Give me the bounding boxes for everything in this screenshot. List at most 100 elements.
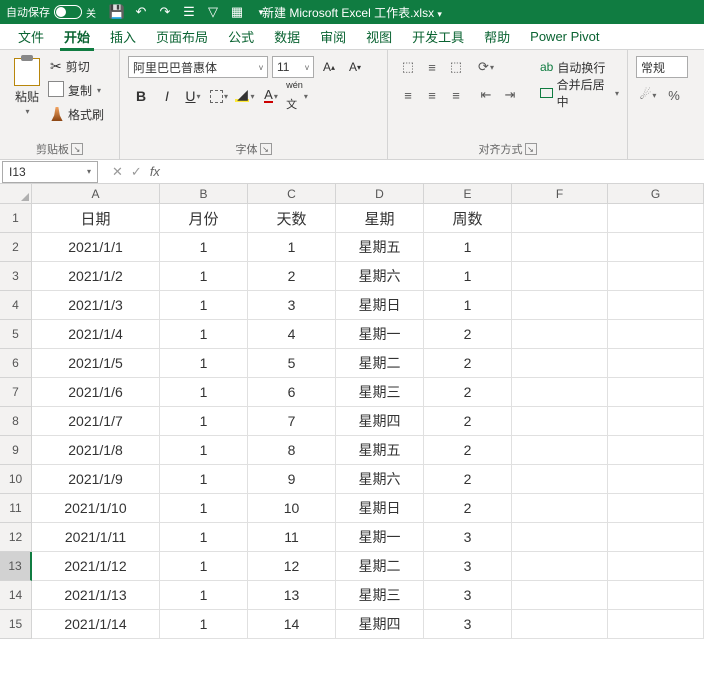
font-color-button[interactable]: A▾ bbox=[258, 84, 284, 108]
tab-帮助[interactable]: 帮助 bbox=[474, 23, 520, 50]
autosave-toggle[interactable]: 自动保存 关 bbox=[6, 4, 96, 20]
cell[interactable]: 星期六 bbox=[336, 262, 424, 291]
cell[interactable]: 1 bbox=[424, 233, 512, 262]
cell[interactable]: 2 bbox=[424, 465, 512, 494]
cell[interactable] bbox=[512, 291, 608, 320]
cell[interactable]: 2021/1/13 bbox=[32, 581, 160, 610]
row-header[interactable]: 14 bbox=[0, 581, 32, 610]
cell[interactable]: 3 bbox=[424, 523, 512, 552]
confirm-icon[interactable]: ✓ bbox=[131, 164, 142, 180]
cell[interactable]: 星期日 bbox=[336, 494, 424, 523]
cell[interactable]: 月份 bbox=[160, 204, 248, 233]
row-header[interactable]: 8 bbox=[0, 407, 32, 436]
cell[interactable]: 9 bbox=[248, 465, 336, 494]
cell[interactable]: 1 bbox=[424, 262, 512, 291]
column-header[interactable]: B bbox=[160, 184, 248, 204]
touch-mode-icon[interactable]: ☰ bbox=[182, 5, 196, 19]
dialog-launcher-icon[interactable]: ↘ bbox=[260, 143, 272, 155]
dialog-launcher-icon[interactable]: ↘ bbox=[525, 143, 537, 155]
cell[interactable] bbox=[512, 465, 608, 494]
select-all-triangle[interactable] bbox=[0, 184, 32, 204]
cell[interactable]: 星期二 bbox=[336, 349, 424, 378]
cell[interactable]: 2 bbox=[424, 320, 512, 349]
cell[interactable]: 1 bbox=[160, 581, 248, 610]
save-icon[interactable]: 💾 bbox=[110, 5, 124, 19]
cell[interactable]: 14 bbox=[248, 610, 336, 639]
cell[interactable]: 13 bbox=[248, 581, 336, 610]
increase-indent-icon[interactable]: ⇥ bbox=[498, 84, 522, 106]
cell[interactable]: 日期 bbox=[32, 204, 160, 233]
cell[interactable]: 星期二 bbox=[336, 552, 424, 581]
cell[interactable] bbox=[512, 494, 608, 523]
cell[interactable] bbox=[512, 436, 608, 465]
cell[interactable]: 12 bbox=[248, 552, 336, 581]
align-left-icon[interactable]: ≡ bbox=[396, 84, 420, 106]
cell[interactable] bbox=[608, 523, 704, 552]
row-header[interactable]: 2 bbox=[0, 233, 32, 262]
percent-icon[interactable]: % bbox=[662, 84, 686, 106]
cell[interactable]: 2021/1/5 bbox=[32, 349, 160, 378]
wrap-text-button[interactable]: ab自动换行 bbox=[540, 56, 619, 78]
cell[interactable]: 2021/1/14 bbox=[32, 610, 160, 639]
orientation-icon[interactable]: ⟳▾ bbox=[474, 56, 498, 78]
decrease-indent-icon[interactable]: ⇤ bbox=[474, 84, 498, 106]
increase-font-icon[interactable]: A▴ bbox=[318, 56, 340, 78]
cell[interactable] bbox=[608, 465, 704, 494]
column-header[interactable]: F bbox=[512, 184, 608, 204]
row-header[interactable]: 6 bbox=[0, 349, 32, 378]
tab-数据[interactable]: 数据 bbox=[264, 23, 310, 50]
paste-button[interactable]: 粘贴 ▾ bbox=[8, 54, 46, 136]
cell[interactable] bbox=[512, 262, 608, 291]
cell[interactable] bbox=[608, 320, 704, 349]
undo-icon[interactable]: ↶ bbox=[134, 5, 148, 19]
formula-input[interactable] bbox=[168, 161, 704, 183]
cell[interactable]: 2021/1/12 bbox=[32, 552, 160, 581]
align-right-icon[interactable]: ≡ bbox=[444, 84, 468, 106]
cell[interactable]: 6 bbox=[248, 378, 336, 407]
italic-button[interactable]: I bbox=[154, 84, 180, 108]
decrease-font-icon[interactable]: A▾ bbox=[344, 56, 366, 78]
cell[interactable]: 星期六 bbox=[336, 465, 424, 494]
cell[interactable]: 1 bbox=[424, 291, 512, 320]
row-header[interactable]: 12 bbox=[0, 523, 32, 552]
cell[interactable]: 8 bbox=[248, 436, 336, 465]
cell[interactable]: 1 bbox=[160, 233, 248, 262]
dialog-launcher-icon[interactable]: ↘ bbox=[71, 143, 83, 155]
cell[interactable] bbox=[608, 581, 704, 610]
cell[interactable]: 1 bbox=[248, 233, 336, 262]
cell[interactable]: 1 bbox=[160, 349, 248, 378]
cell[interactable]: 4 bbox=[248, 320, 336, 349]
cell[interactable]: 2021/1/4 bbox=[32, 320, 160, 349]
cell[interactable]: 星期四 bbox=[336, 610, 424, 639]
tab-页面布局[interactable]: 页面布局 bbox=[146, 23, 218, 50]
cell[interactable]: 7 bbox=[248, 407, 336, 436]
cell[interactable] bbox=[512, 552, 608, 581]
row-header[interactable]: 15 bbox=[0, 610, 32, 639]
tab-Power Pivot[interactable]: Power Pivot bbox=[520, 25, 609, 48]
cell[interactable]: 1 bbox=[160, 436, 248, 465]
font-name-select[interactable]: 阿里巴巴普惠体v bbox=[128, 56, 268, 78]
cell[interactable]: 星期三 bbox=[336, 378, 424, 407]
cell[interactable]: 3 bbox=[424, 581, 512, 610]
cell[interactable] bbox=[512, 378, 608, 407]
cancel-icon[interactable]: ✕ bbox=[112, 164, 123, 180]
cell[interactable]: 2021/1/3 bbox=[32, 291, 160, 320]
fill-color-button[interactable]: ◢▾ bbox=[232, 84, 258, 108]
tab-审阅[interactable]: 审阅 bbox=[310, 23, 356, 50]
underline-button[interactable]: U▾ bbox=[180, 84, 206, 108]
column-header[interactable]: C bbox=[248, 184, 336, 204]
tab-插入[interactable]: 插入 bbox=[100, 23, 146, 50]
cell[interactable]: 10 bbox=[248, 494, 336, 523]
cell[interactable]: 1 bbox=[160, 320, 248, 349]
row-header[interactable]: 13 bbox=[0, 552, 32, 581]
cell[interactable]: 1 bbox=[160, 407, 248, 436]
format-painter-button[interactable]: 格式刷 bbox=[50, 104, 104, 124]
cell[interactable] bbox=[608, 204, 704, 233]
cell[interactable]: 1 bbox=[160, 552, 248, 581]
cell[interactable]: 2021/1/2 bbox=[32, 262, 160, 291]
row-header[interactable]: 3 bbox=[0, 262, 32, 291]
cell[interactable]: 3 bbox=[248, 291, 336, 320]
cell[interactable]: 2021/1/7 bbox=[32, 407, 160, 436]
cell[interactable]: 星期 bbox=[336, 204, 424, 233]
row-header[interactable]: 9 bbox=[0, 436, 32, 465]
